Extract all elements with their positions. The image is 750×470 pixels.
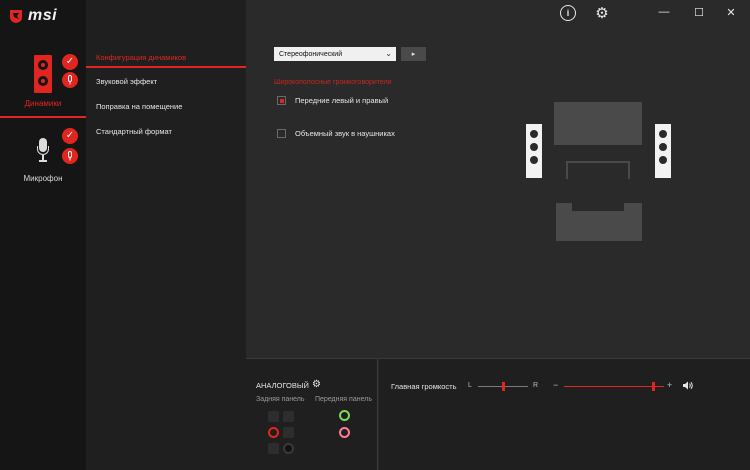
device-sidebar: msi ✓ Динамики ✓ Микрофон xyxy=(0,0,86,470)
microphone-badge-icon xyxy=(62,148,78,164)
analog-jacks-panel: АНАЛОГОВЫЙ ⚙ Задняя панель Передняя пане… xyxy=(246,358,378,470)
option-label: Передние левый и правый xyxy=(295,96,389,105)
minimize-button[interactable]: — xyxy=(657,5,671,19)
device-label-microphone: Микрофон xyxy=(23,174,63,183)
speaker-mode-select[interactable]: Стереофонический ⌄ xyxy=(274,47,396,61)
msi-logo: msi xyxy=(8,6,78,26)
speaker-icon xyxy=(34,55,52,93)
play-test-button[interactable]: ▸ xyxy=(401,47,426,61)
device-label-speakers: Динамики xyxy=(24,99,62,108)
rear-jack[interactable] xyxy=(283,427,294,438)
checkbox[interactable] xyxy=(277,129,286,138)
master-volume-label: Главная громкость xyxy=(391,382,457,391)
chevron-down-icon: ⌄ xyxy=(385,49,392,58)
info-icon[interactable]: i xyxy=(560,5,576,21)
rear-jack[interactable] xyxy=(283,411,294,422)
check-icon: ✓ xyxy=(62,128,78,144)
dragon-shield-icon xyxy=(10,10,22,23)
tv-screen-shape xyxy=(554,102,642,145)
microphone-badge-icon xyxy=(62,72,78,88)
front-panel-label: Передняя панель xyxy=(315,396,372,403)
menu-item-sound-effect[interactable]: Звуковой эффект xyxy=(96,77,157,86)
volume-minus-button[interactable]: − xyxy=(553,380,558,390)
check-icon: ✓ xyxy=(62,54,78,70)
analog-settings-gear-icon[interactable]: ⚙ xyxy=(312,379,321,390)
balance-left-marker: L xyxy=(468,382,472,389)
play-icon: ▸ xyxy=(411,51,416,58)
brand-name: msi xyxy=(28,7,58,24)
balance-right-marker: R xyxy=(533,382,539,389)
front-headphone-jack[interactable] xyxy=(339,410,350,421)
close-button[interactable]: ✕ xyxy=(724,5,738,19)
option-front-left-right[interactable]: Передние левый и правый xyxy=(277,96,388,105)
fullrange-speakers-heading: Широкополосные громкоговорители xyxy=(274,79,392,86)
menu-item-room-correction[interactable]: Поправка на помещение xyxy=(96,102,182,111)
active-menu-indicator xyxy=(86,66,246,68)
mute-speaker-icon[interactable] xyxy=(683,381,693,392)
microphone-icon xyxy=(37,138,49,164)
front-mic-jack[interactable] xyxy=(339,427,350,438)
menu-item-default-format[interactable]: Стандартный формат xyxy=(96,127,172,136)
master-volume-track[interactable] xyxy=(564,386,664,387)
rear-jack-active[interactable] xyxy=(268,427,279,438)
settings-gear-icon[interactable]: ⚙ xyxy=(594,5,610,22)
balance-slider-thumb[interactable] xyxy=(502,382,505,391)
active-device-indicator xyxy=(0,116,86,118)
checkbox[interactable] xyxy=(277,96,286,105)
settings-menu: Конфигурация динамиков Звуковой эффект П… xyxy=(86,0,246,470)
volume-plus-button[interactable]: + xyxy=(667,380,672,390)
front-left-speaker-icon[interactable] xyxy=(526,124,542,178)
menu-item-speaker-config[interactable]: Конфигурация динамиков xyxy=(96,53,186,62)
option-label: Объемный звук в наушниках xyxy=(295,129,395,138)
rear-panel-label: Задняя панель xyxy=(256,396,305,403)
tv-stand-shape xyxy=(566,161,630,179)
option-headphone-surround[interactable]: Объемный звук в наушниках xyxy=(277,129,395,138)
rear-jack[interactable] xyxy=(283,443,294,454)
volume-panel: Главная громкость L R − + xyxy=(379,358,750,470)
rear-jack[interactable] xyxy=(268,443,279,454)
maximize-button[interactable]: ☐ xyxy=(692,5,706,19)
front-right-speaker-icon[interactable] xyxy=(655,124,671,178)
master-volume-thumb[interactable] xyxy=(652,382,655,391)
speaker-mode-value: Стереофонический xyxy=(279,50,343,58)
analog-title: АНАЛОГОВЫЙ xyxy=(256,381,309,390)
couch-seat-shape xyxy=(570,203,626,213)
rear-jack[interactable] xyxy=(268,411,279,422)
